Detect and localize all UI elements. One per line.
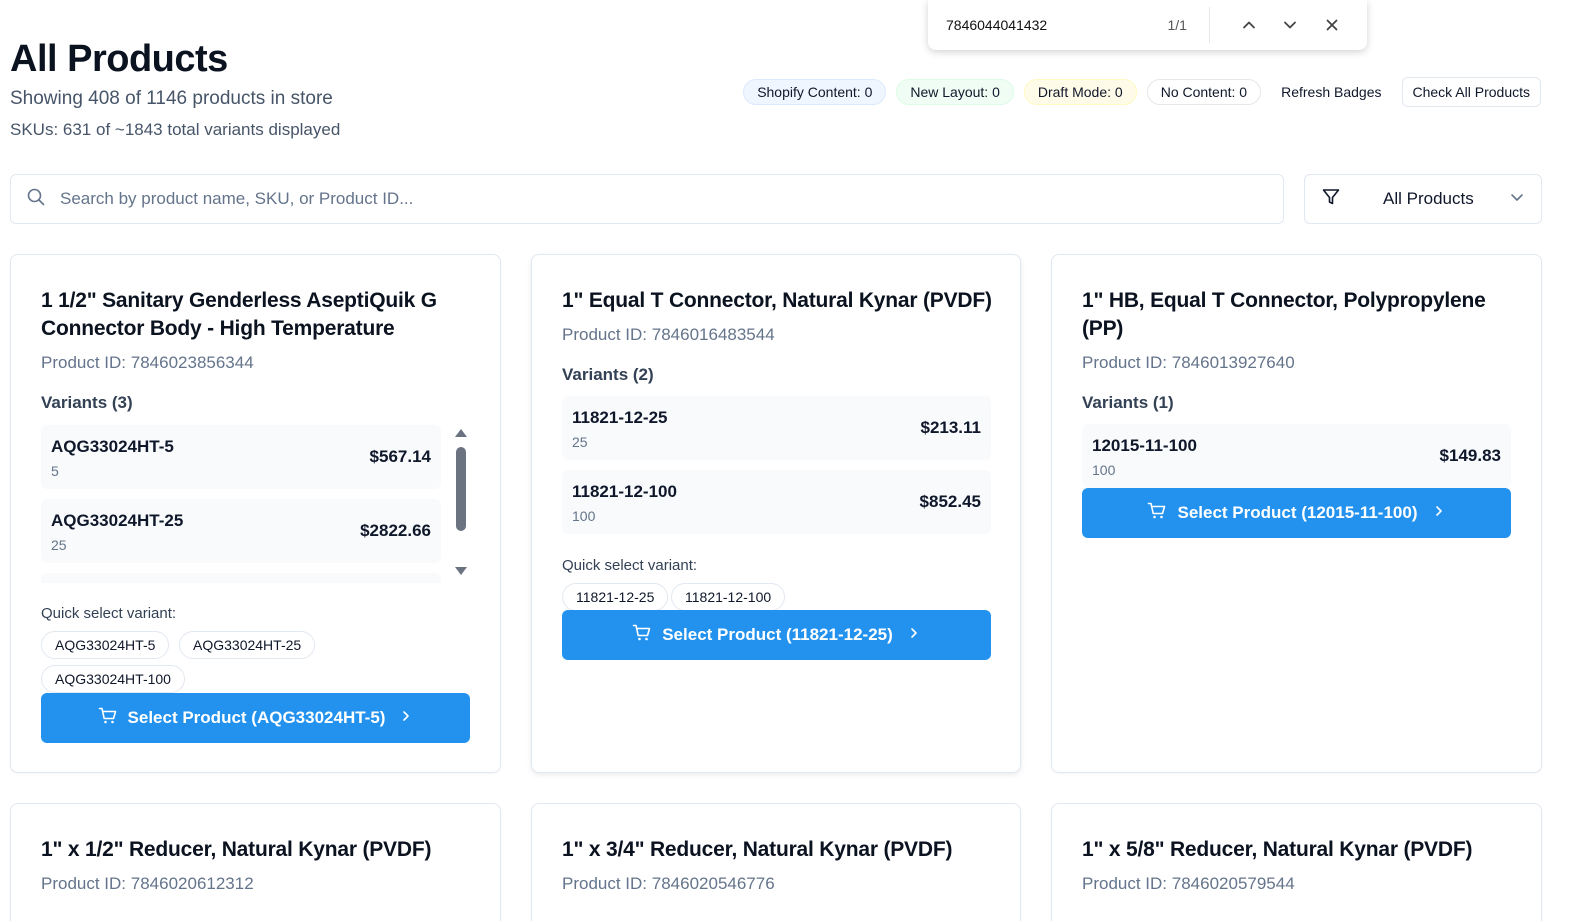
scroll-down-arrow-icon[interactable] — [455, 567, 467, 575]
shopping-cart-icon — [98, 706, 118, 731]
search-input[interactable] — [60, 189, 1210, 209]
product-id: Product ID: 7846020612312 — [41, 874, 254, 893]
product-card: 1" HB, Equal T Connector, Polypropylene … — [1051, 254, 1542, 773]
variant-price: $2822.66 — [360, 521, 431, 540]
chevron-right-icon — [399, 708, 413, 728]
variants-header: Variants (3) — [41, 393, 133, 412]
product-id: Product ID: 7846020546776 — [562, 874, 775, 893]
select-product-label: Select Product (AQG33024HT-5) — [127, 708, 386, 727]
variant-sku: AQG33024HT-25 — [51, 511, 184, 530]
product-title: 1" Equal T Connector, Natural Kynar (PVD… — [562, 289, 992, 312]
product-title: 1 1/2" Sanitary Genderless AseptiQuik G … — [41, 289, 437, 340]
find-bar: 7846044041432 1/1 — [928, 0, 1367, 50]
quick-select-chip[interactable]: AQG33024HT-25 — [179, 631, 316, 659]
quick-select-label: Quick select variant: — [562, 557, 698, 574]
quick-select-label: Quick select variant: — [41, 605, 177, 622]
find-divider — [1208, 7, 1210, 43]
variant-sku: 11821-12-100 — [572, 482, 677, 501]
variants-header: Variants (2) — [562, 365, 654, 384]
variant-row[interactable] — [41, 573, 441, 583]
quick-select-chip[interactable]: 11821-12-100 — [671, 583, 786, 611]
variant-price: $567.14 — [369, 447, 431, 466]
variant-price: $149.83 — [1439, 446, 1501, 465]
select-product-label: Select Product (11821-12-25) — [662, 625, 893, 644]
variants-list: AQG33024HT-5 5 $567.14 AQG33024HT-25 25 … — [41, 425, 451, 583]
chevron-right-icon — [1432, 503, 1446, 523]
variants-scrollbar[interactable] — [453, 425, 469, 579]
variant-row[interactable]: 12015-11-100 100 $149.83 — [1082, 424, 1511, 488]
product-title: 1" HB, Equal T Connector, Polypropylene … — [1082, 289, 1486, 340]
product-title: 1" x 5/8" Reducer, Natural Kynar (PVDF) — [1082, 838, 1473, 861]
variant-row[interactable]: 11821-12-25 25 $213.11 — [562, 396, 991, 460]
chevron-down-icon — [1509, 189, 1525, 210]
no-content-badge[interactable]: No Content: 0 — [1146, 79, 1262, 105]
new-layout-badge[interactable]: New Layout: 0 — [896, 79, 1014, 105]
variants-header: Variants (1) — [1082, 393, 1174, 412]
quick-select-chip[interactable]: AQG33024HT-100 — [41, 665, 185, 693]
shopping-cart-icon — [632, 623, 652, 648]
product-card: 1" x 3/4" Reducer, Natural Kynar (PVDF) … — [531, 803, 1021, 921]
variant-price: $852.45 — [919, 492, 981, 511]
select-product-label: Select Product (12015-11-100) — [1177, 503, 1418, 522]
product-id: Product ID: 7846013927640 — [1082, 353, 1295, 372]
search-box — [10, 174, 1284, 224]
filter-icon — [1321, 187, 1341, 212]
shopping-cart-icon — [1147, 501, 1167, 526]
check-all-products-button[interactable]: Check All Products — [1401, 77, 1541, 107]
scroll-up-arrow-icon[interactable] — [455, 429, 467, 437]
search-icon — [26, 187, 46, 212]
variant-sku: AQG33024HT-5 — [51, 437, 174, 456]
chevron-down-icon[interactable] — [1270, 7, 1312, 43]
variant-row[interactable]: AQG33024HT-5 5 $567.14 — [41, 425, 441, 489]
quick-select-chip[interactable]: 11821-12-25 — [562, 583, 669, 611]
product-id: Product ID: 7846020579544 — [1082, 874, 1295, 893]
chevron-up-icon[interactable] — [1228, 7, 1270, 43]
quick-select-chip[interactable]: AQG33024HT-5 — [41, 631, 170, 659]
product-card: 1 1/2" Sanitary Genderless AseptiQuik G … — [10, 254, 501, 773]
product-card: 1" x 5/8" Reducer, Natural Kynar (PVDF) … — [1051, 803, 1542, 921]
select-product-button[interactable]: Select Product (AQG33024HT-5) — [41, 693, 470, 743]
product-id: Product ID: 7846023856344 — [41, 353, 254, 372]
page-title: All Products — [10, 38, 228, 80]
product-card: 1" Equal T Connector, Natural Kynar (PVD… — [531, 254, 1021, 773]
skus-count-text: SKUs: 631 of ~1843 total variants displa… — [10, 120, 341, 139]
close-icon[interactable] — [1311, 7, 1353, 43]
draft-mode-badge[interactable]: Draft Mode: 0 — [1023, 79, 1137, 105]
select-product-button[interactable]: Select Product (12015-11-100) — [1082, 488, 1511, 538]
select-product-button[interactable]: Select Product (11821-12-25) — [562, 610, 991, 660]
product-filter-select[interactable]: All Products — [1304, 174, 1542, 224]
shopify-content-badge[interactable]: Shopify Content: 0 — [743, 79, 887, 105]
scrollbar-thumb[interactable] — [456, 447, 466, 531]
variant-sku: 12015-11-100 — [1092, 436, 1197, 455]
status-badge-row: Shopify Content: 0 New Layout: 0 Draft M… — [743, 77, 1541, 107]
variant-quantity: 25 — [51, 537, 67, 553]
page-header: All Products Showing 408 of 1146 product… — [10, 36, 340, 140]
variant-sku: 11821-12-25 — [572, 408, 668, 427]
product-card: 1" x 1/2" Reducer, Natural Kynar (PVDF) … — [10, 803, 501, 921]
product-title: 1" x 3/4" Reducer, Natural Kynar (PVDF) — [562, 838, 953, 861]
find-match-count: 1/1 — [1167, 17, 1187, 33]
products-count-text: Showing 408 of 1146 products in store — [10, 88, 333, 109]
chevron-right-icon — [907, 625, 921, 645]
product-id: Product ID: 7846016483544 — [562, 325, 775, 344]
variant-quantity: 100 — [1092, 462, 1116, 478]
refresh-badges-button[interactable]: Refresh Badges — [1271, 77, 1391, 107]
variant-quantity: 100 — [572, 508, 596, 524]
product-title: 1" x 1/2" Reducer, Natural Kynar (PVDF) — [41, 838, 432, 861]
variant-row[interactable]: AQG33024HT-25 25 $2822.66 — [41, 499, 441, 563]
variant-row[interactable]: 11821-12-100 100 $852.45 — [562, 470, 991, 534]
variant-quantity: 25 — [572, 434, 588, 450]
find-input[interactable]: 7846044041432 — [946, 17, 1141, 33]
filter-selected-value: All Products — [1383, 189, 1474, 208]
variant-price: $213.11 — [920, 418, 981, 437]
variant-quantity: 5 — [51, 463, 59, 479]
